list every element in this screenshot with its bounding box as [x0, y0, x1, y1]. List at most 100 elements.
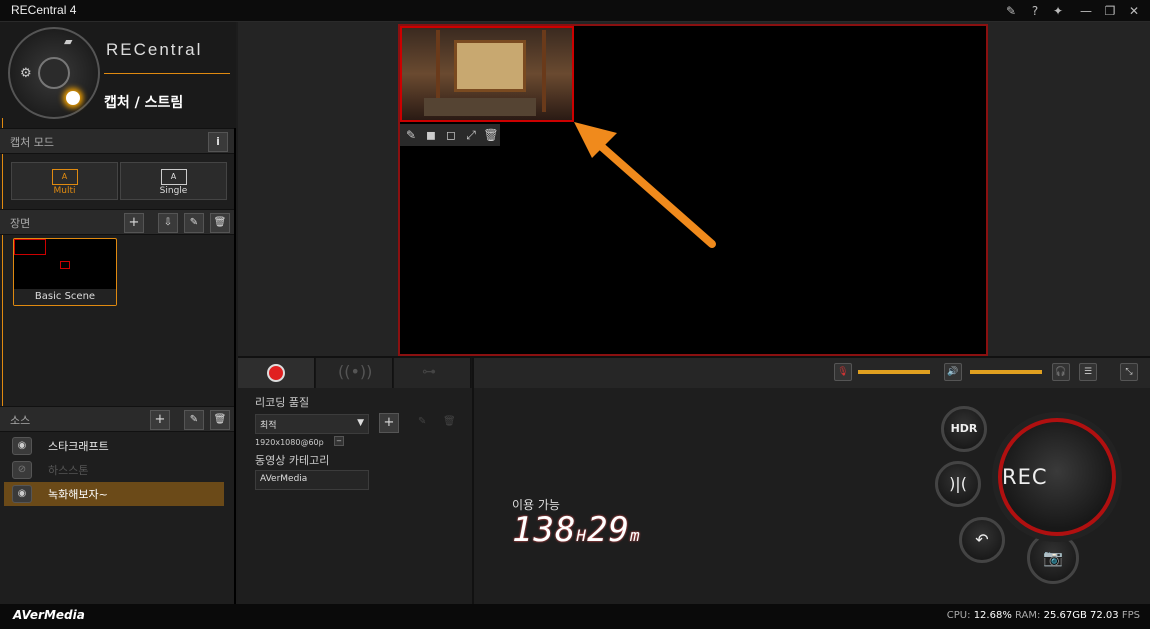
title-bar: RECentral 4 ✎ ? ✦ — ❐ ✕ [0, 0, 1150, 22]
category-field[interactable]: AVerMedia [255, 470, 369, 490]
category-label: 동영상 카테고리 [255, 454, 330, 467]
rec-label: REC [1002, 465, 1048, 489]
collapse-icon[interactable]: − [334, 436, 344, 446]
rec-button[interactable]: REC [998, 418, 1116, 536]
mode-title: 캡처 / 스트림 [104, 95, 184, 111]
eye-hidden-icon[interactable]: ⊘ [12, 461, 32, 479]
hdr-label: HDR [950, 422, 978, 435]
hours-value: 138 [512, 510, 577, 550]
mode-tabs: ((•)) ⊶ [238, 358, 472, 388]
add-quality-button[interactable]: + [379, 413, 399, 433]
category-value: AVerMedia [260, 474, 308, 484]
preview-area: ✎ ◼ ◻ ⤢ 🗑 [238, 22, 1150, 356]
scene-thumbnail[interactable]: Basic Scene [13, 238, 117, 306]
mic-volume-slider[interactable] [858, 370, 930, 374]
folder-icon[interactable]: ▰ [64, 35, 72, 48]
fit-layer-icon[interactable]: ⤢ [462, 126, 480, 144]
scene-name: Basic Scene [14, 289, 116, 305]
source-row[interactable]: ⊘ 하스스톤 [4, 458, 224, 482]
settings-icon[interactable]: ⚙ [20, 66, 32, 81]
replay-button[interactable]: ↶ [959, 517, 1005, 563]
delete-source-button[interactable]: 🗑 [210, 410, 230, 430]
mode-dial[interactable]: ⚙ ▰ [8, 27, 100, 119]
edit-source-button[interactable]: ✎ [184, 410, 204, 430]
mixer-icon[interactable]: ☰ [1079, 363, 1097, 381]
microphone-icon[interactable]: 🎙 [834, 363, 852, 381]
split-icon: )|( [949, 474, 967, 493]
replay-icon: ↶ [975, 530, 989, 549]
tab-stream[interactable]: ((•)) [316, 358, 393, 388]
record-settings: 리코딩 품질 최적 ▼ + ✎ 🗑 1920x1080@60p − 동영상 카테… [238, 388, 472, 606]
bottom-panel: ((•)) ⊶ 리코딩 품질 최적 ▼ + ✎ 🗑 1920x1080@60p … [238, 356, 1150, 606]
fullscreen-icon[interactable]: ⤡ [1120, 363, 1138, 381]
minimize-button[interactable]: — [1077, 2, 1095, 20]
status-bar: AVerMedia CPU: 12.68% RAM: 25.67GB 72.03… [0, 604, 1150, 629]
bring-forward-icon[interactable]: ◼ [422, 126, 440, 144]
delete-scene-button[interactable]: 🗑 [210, 213, 230, 233]
tab-record[interactable] [238, 358, 315, 388]
eye-icon[interactable]: ◉ [12, 485, 32, 503]
speaker-icon[interactable]: 🔊 [944, 363, 962, 381]
delete-quality-icon: 🗑 [443, 416, 456, 427]
source-row-selected[interactable]: ◉ 녹화해보자~ [4, 482, 224, 506]
tools-icon[interactable]: ✎ [1002, 2, 1020, 20]
delete-layer-icon[interactable]: 🗑 [482, 126, 500, 144]
headphone-icon[interactable]: 🎧 [1052, 363, 1070, 381]
single-label: Single [159, 186, 188, 196]
export-scene-button[interactable]: ⇩ [158, 213, 178, 233]
capture-mode-body: A Multi A Single [0, 154, 234, 206]
scene-window-icon [60, 261, 70, 269]
dial-logo-icon [38, 57, 70, 89]
add-scene-button[interactable]: + [124, 213, 144, 233]
source-header: 소스 + ✎ 🗑 [0, 406, 234, 432]
capture-mode-indicator[interactable] [66, 91, 80, 105]
hdr-button[interactable]: HDR [941, 406, 987, 452]
snapshot-button[interactable]: 📷 [1027, 532, 1079, 584]
tab-network[interactable]: ⊶ [394, 358, 471, 388]
avermedia-logo: AVerMedia [13, 608, 85, 622]
single-icon: A [160, 169, 187, 185]
preview-canvas[interactable]: ✎ ◼ ◻ ⤢ 🗑 [398, 24, 988, 356]
record-icon [267, 364, 285, 382]
quality-dropdown[interactable]: 최적 ▼ [255, 414, 369, 434]
source-label: 소스 [10, 414, 31, 427]
ram-value: 25.67GB [1043, 610, 1087, 621]
app-window: RECentral 4 ✎ ? ✦ — ❐ ✕ ⚙ ▰ RECentral 캡처… [0, 0, 1150, 629]
source-name: 스타크래프트 [48, 440, 109, 453]
maximize-button[interactable]: ❐ [1101, 2, 1119, 20]
quality-value: 최적 [260, 421, 277, 431]
stream-icon: ((•)) [338, 362, 373, 381]
edit-layer-icon[interactable]: ✎ [402, 126, 420, 144]
close-button[interactable]: ✕ [1125, 2, 1143, 20]
pin-icon[interactable]: ✦ [1049, 2, 1067, 20]
help-icon[interactable]: ? [1026, 2, 1044, 20]
game-book-image [454, 40, 526, 92]
camera-icon: 📷 [1043, 548, 1063, 567]
speaker-volume-slider[interactable] [970, 370, 1042, 374]
eye-icon[interactable]: ◉ [12, 437, 32, 455]
system-stats: CPU: 12.68% RAM: 25.67GB 72.03 FPS [947, 610, 1140, 621]
source-layer-thumbnail[interactable] [400, 26, 574, 122]
add-source-button[interactable]: + [150, 410, 170, 430]
split-button[interactable]: )|( [935, 461, 981, 507]
multi-icon: A [51, 169, 78, 185]
edit-scene-button[interactable]: ✎ [184, 213, 204, 233]
fps-label: FPS [1121, 610, 1140, 621]
layer-toolbar: ✎ ◼ ◻ ⤢ 🗑 [400, 124, 500, 146]
info-button[interactable]: i [208, 132, 228, 152]
send-backward-icon[interactable]: ◻ [442, 126, 460, 144]
brand-logo: RECentral [106, 40, 203, 59]
ram-label: RAM: [1015, 610, 1041, 621]
edit-quality-icon: ✎ [418, 416, 427, 427]
brand-divider [104, 73, 230, 74]
capture-mode-label: 캡처 모드 [10, 136, 54, 149]
quality-label: 리코딩 품질 [255, 396, 310, 409]
multi-label: Multi [53, 186, 76, 196]
source-row[interactable]: ◉ 스타크래프트 [4, 434, 224, 458]
single-mode-button[interactable]: A Single [120, 162, 227, 200]
resolution-text: 1920x1080@60p [255, 438, 324, 447]
game-hud-image [424, 98, 536, 116]
multi-mode-button[interactable]: A Multi [11, 162, 118, 200]
network-icon: ⊶ [422, 364, 436, 380]
minutes-value: 29 [587, 510, 631, 550]
